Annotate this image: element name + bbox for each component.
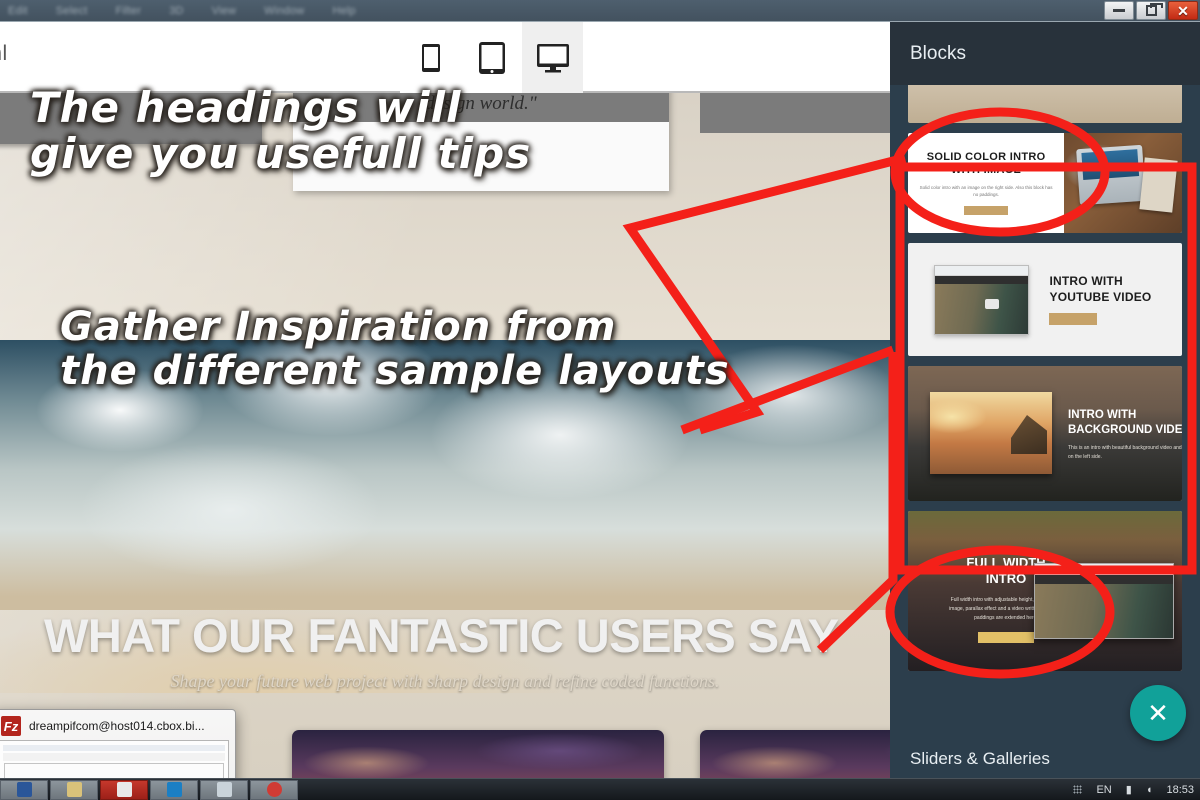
menu-item-filter[interactable]: Filter [116,5,142,17]
block-thumbnail-intro-youtube-video: INTRO WITH YOUTUBE VIDEO [908,243,1182,356]
close-window-button[interactable]: ✕ [1168,1,1198,20]
taskbar-button-editor-app[interactable] [150,779,198,800]
filezilla-icon [116,782,132,797]
testimonial-photo-2 [700,730,890,785]
system-tray: EN ▮ ◖ 18:53 [1073,783,1194,796]
notepad-icon [216,782,232,797]
tablet-icon [478,41,505,74]
block-card-intro-youtube-video[interactable]: INTRO WITH YOUTUBE VIDEO [908,243,1182,356]
block-text-area: INTRO WITH YOUTUBE VIDEO [1049,273,1182,326]
page-subtitle: Shape your future web project with sharp… [170,671,720,691]
browser-mockup [1034,563,1174,639]
block-text-area: SOLID COLOR INTRO WITH IMAGE Solid color… [908,133,1064,233]
block-thumbnail-full-width-intro: FULL WIDTH INTRO Full width intro with a… [908,511,1182,671]
block-cta-button [1049,313,1098,326]
device-tab-desktop[interactable] [522,22,583,93]
minimize-icon [1113,9,1125,12]
menu-item-edit[interactable]: Edit [8,5,28,17]
block-title: SOLID COLOR INTRO WITH IMAGE [926,150,1046,177]
laptop-illustration [1076,144,1147,206]
desert-photo-illustration [930,392,1052,474]
page-preview-canvas[interactable]: design world." OBIRISE WHAT OUR FANTASTI… [0,93,890,785]
block-title: INTRO WITH YOUTUBE VIDEO [1049,273,1152,304]
block-title: INTRO WITH BACKGROUND VIDEO [1068,409,1182,436]
network-icon[interactable]: ▮ [1126,783,1132,796]
block-text-area: INTRO WITH BACKGROUND VIDEO This is an i… [1068,408,1182,462]
browser-address-bar [935,265,1029,276]
menu-item-view[interactable]: View [212,5,236,17]
project-filename: html [0,42,8,65]
menu-item-3d[interactable]: 3D [169,5,183,17]
window-controls: ✕ [1104,1,1198,20]
block-image-area [1064,133,1182,233]
filezilla-icon: Fz [1,716,21,736]
menu-item-window[interactable]: Window [264,5,304,17]
minimize-button[interactable] [1104,1,1134,20]
restore-button[interactable] [1136,1,1166,20]
taskbar-button-filezilla-app[interactable] [100,779,148,800]
notebook-illustration [1139,157,1178,213]
windows-taskbar: EN ▮ ◖ 18:53 [0,778,1200,800]
block-thumbnail-partial [908,85,1182,123]
close-icon: ✕ [1177,2,1189,19]
mobile-icon [421,43,440,72]
annotation-tip-headings: The headings will give you usefull tips [30,83,532,179]
block-cta-button [978,631,1034,643]
desktop-icon [536,43,569,72]
language-indicator[interactable]: EN [1096,784,1111,796]
tray-handle-icon[interactable] [1073,785,1083,794]
browser-navbar [935,275,1029,284]
block-thumbnail-solid-color-intro: SOLID COLOR INTRO WITH IMAGE Solid color… [908,133,1182,233]
filezilla-preview-titlebar: Fz dreampifcom@host014.cbox.bi... [0,710,235,740]
taskbar-button-explorer-app[interactable] [50,779,98,800]
block-card-full-width-intro[interactable]: FULL WIDTH INTRO Full width intro with a… [908,511,1182,671]
block-cta-button [964,206,1009,216]
browser-address-bar [1035,564,1173,575]
blocks-list[interactable]: SOLID COLOR INTRO WITH IMAGE Solid color… [890,85,1200,733]
annotation-tip-inspiration: Gather Inspiration from the different sa… [60,304,730,394]
menu-item-select[interactable]: Select [56,5,88,17]
word-icon [16,782,32,797]
browser-screenshot [1035,584,1173,638]
testimonial-card-right [700,93,890,133]
block-card-intro-background-video[interactable]: INTRO WITH BACKGROUND VIDEO This is an i… [908,366,1182,501]
block-description: Solid color intro with an image on the r… [919,185,1053,198]
device-tab-tablet[interactable] [461,22,522,93]
block-thumbnail-intro-background-video: INTRO WITH BACKGROUND VIDEO This is an i… [908,366,1182,501]
host-app-menubar: Edit Select Filter 3D View Window Help ✕ [0,0,1200,22]
close-icon: ✕ [1147,698,1169,728]
page-title: WHAT OUR FANTASTIC USERS SAY [44,609,839,662]
volume-icon[interactable]: ◖ [1146,784,1153,796]
host-menu-list[interactable]: Edit Select Filter 3D View Window Help [0,5,356,17]
editor-icon [166,782,182,797]
blocks-panel-title: Blocks [890,22,1200,85]
restore-icon [1145,3,1163,16]
filezilla-thumbnail-preview[interactable]: Fz dreampifcom@host014.cbox.bi... [0,709,236,785]
opera-icon [266,782,282,797]
screen-root: Edit Select Filter 3D View Window Help ✕… [0,0,1200,800]
menu-item-help[interactable]: Help [332,5,355,17]
taskbar-button-notepad-app[interactable] [200,779,248,800]
folder-icon [66,782,82,797]
block-card-partial[interactable] [908,85,1182,123]
taskbar-button-word-app[interactable] [0,779,48,800]
clock[interactable]: 18:53 [1166,784,1194,796]
block-card-solid-color-intro[interactable]: SOLID COLOR INTRO WITH IMAGE Solid color… [908,133,1182,233]
browser-navbar [1035,575,1173,584]
blocks-panel: Blocks SOLID COLOR INTRO WITH IMAGE Soli… [890,22,1200,785]
testimonial-photo-1 [292,730,664,785]
filezilla-preview-title: dreampifcom@host014.cbox.bi... [29,719,205,733]
taskbar-button-opera-app[interactable] [250,779,298,800]
section-label: Sliders & Galleries [910,749,1050,768]
block-description: This is an intro with beautiful backgrou… [1068,445,1182,461]
browser-screenshot [935,283,1029,334]
browser-mockup [934,264,1030,335]
